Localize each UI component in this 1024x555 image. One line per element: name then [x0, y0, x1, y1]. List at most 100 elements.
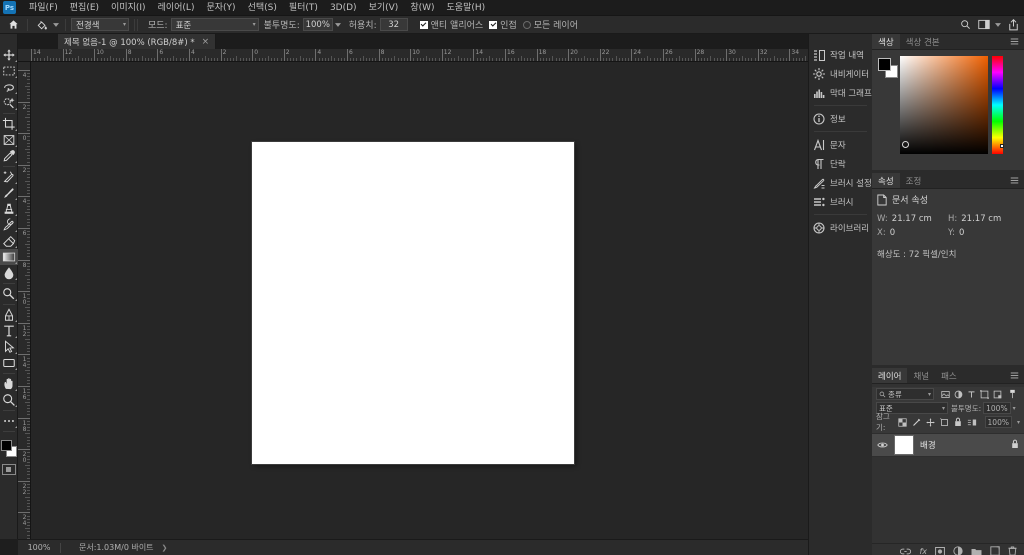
dock-info[interactable]: 정보	[809, 109, 872, 128]
document-canvas[interactable]	[252, 142, 574, 464]
lock-transparent-icon[interactable]	[897, 417, 907, 427]
layer-style-icon[interactable]: fx	[919, 547, 927, 555]
clone-stamp-tool[interactable]	[0, 201, 18, 217]
tolerance-input[interactable]: 32	[379, 18, 408, 31]
properties-tab-1[interactable]: 조정	[899, 173, 928, 188]
lock-position-icon[interactable]	[925, 417, 935, 427]
close-icon[interactable]: ×	[202, 37, 210, 47]
lock-artboard-icon[interactable]	[939, 417, 949, 427]
filter-adjustment-icon[interactable]	[954, 390, 963, 399]
dodge-tool[interactable]	[0, 286, 18, 302]
menu-file[interactable]: 파일(F)	[23, 0, 64, 16]
filter-pixel-icon[interactable]	[941, 390, 950, 399]
layers-tab-1[interactable]: 채널	[907, 368, 936, 383]
horizontal-type-tool[interactable]	[0, 323, 18, 339]
layer-lock-icon[interactable]	[1011, 439, 1019, 452]
adjustment-layer-icon[interactable]	[953, 546, 963, 555]
contiguous-checkbox[interactable]: 인접	[489, 18, 517, 31]
dock-paragraph[interactable]: 단락	[809, 154, 872, 173]
pen-tool[interactable]	[0, 307, 18, 323]
path-selection-tool[interactable]	[0, 339, 18, 355]
blur-tool[interactable]	[0, 265, 18, 281]
layer-opacity-input[interactable]: 100%	[983, 402, 1011, 414]
menu-filter[interactable]: 필터(T)	[283, 0, 324, 16]
width-field[interactable]: W: 21.17 cm	[877, 214, 948, 224]
filter-type-icon[interactable]	[967, 390, 976, 399]
dock-libraries[interactable]: 라이브러리	[809, 218, 872, 237]
paint-bucket-icon[interactable]	[33, 17, 51, 33]
new-layer-icon[interactable]	[990, 546, 1000, 555]
rectangular-marquee-tool[interactable]	[0, 63, 18, 79]
status-expand-icon[interactable]: ❯	[162, 544, 168, 552]
document-tab[interactable]: 제목 없음-1 @ 100% (RGB/8#) * ×	[58, 34, 217, 49]
menu-3d[interactable]: 3D(D)	[324, 0, 363, 16]
foreground-color-swatch[interactable]	[878, 58, 891, 71]
layers-tab-0[interactable]: 레이어	[872, 368, 908, 383]
menu-image[interactable]: 이미지(I)	[105, 0, 152, 16]
menu-layer[interactable]: 레이어(L)	[152, 0, 201, 16]
lock-image-icon[interactable]	[912, 418, 921, 427]
lock-fill-icon[interactable]	[967, 418, 977, 427]
fill-source-select[interactable]: 전경색 ▾	[71, 18, 129, 31]
hue-cursor[interactable]	[1000, 144, 1004, 148]
panel-menu-icon[interactable]	[1005, 173, 1024, 188]
color-tab-1[interactable]: 색상 견본	[899, 34, 946, 49]
layer-mask-icon[interactable]	[935, 546, 945, 555]
panel-menu-icon[interactable]	[1005, 34, 1024, 49]
dock-brush-settings[interactable]: 브러시 설정	[809, 173, 872, 192]
zoom-tool[interactable]	[0, 392, 18, 408]
opacity-input[interactable]: 100%	[302, 18, 333, 31]
gradient-tool[interactable]	[0, 249, 18, 265]
color-cursor[interactable]	[902, 141, 909, 148]
edit-toolbar-tool[interactable]	[0, 413, 18, 429]
canvas-workspace[interactable]	[31, 62, 872, 539]
menu-type[interactable]: 문자(Y)	[200, 0, 241, 16]
filter-shape-icon[interactable]	[980, 389, 989, 399]
eyedropper-tool[interactable]	[0, 148, 18, 164]
move-tool[interactable]	[0, 47, 18, 63]
search-icon[interactable]	[960, 19, 971, 30]
panel-menu-icon[interactable]	[1005, 368, 1024, 383]
share-icon[interactable]	[1008, 18, 1019, 31]
home-icon[interactable]	[4, 17, 22, 33]
layer-row[interactable]: 배경	[872, 433, 1024, 457]
layer-thumbnail[interactable]	[894, 435, 914, 455]
x-field[interactable]: X: 0	[877, 228, 948, 238]
dock-histogram[interactable]: 막대 그래프	[809, 83, 872, 102]
frame-tool[interactable]	[0, 132, 18, 148]
filter-toggle-icon[interactable]	[1008, 389, 1017, 399]
menu-edit[interactable]: 편집(E)	[64, 0, 105, 16]
link-layers-icon[interactable]	[900, 547, 912, 555]
quick-selection-tool[interactable]	[0, 95, 18, 111]
delete-layer-icon[interactable]	[1008, 546, 1017, 555]
eraser-tool[interactable]	[0, 233, 18, 249]
history-brush-tool[interactable]	[0, 217, 18, 233]
crop-tool[interactable]	[0, 116, 18, 132]
new-group-icon[interactable]	[971, 547, 982, 555]
layers-tab-2[interactable]: 패스	[935, 368, 963, 383]
quick-mask-toggle[interactable]	[1, 464, 16, 475]
antialias-checkbox[interactable]: 앤티 앨리어스	[419, 18, 483, 31]
height-field[interactable]: H: 21.17 cm	[948, 214, 1019, 224]
opacity-caret-icon[interactable]	[333, 17, 344, 33]
mode-select[interactable]: 표준 ▾	[170, 18, 259, 31]
hue-slider[interactable]	[992, 56, 1004, 154]
filter-smart-icon[interactable]	[993, 390, 1002, 399]
y-field[interactable]: Y: 0	[948, 228, 1019, 238]
workspace-icon[interactable]	[978, 19, 1001, 30]
color-picker-body[interactable]	[872, 50, 1024, 170]
all-layers-checkbox[interactable]: 모든 레이어	[522, 18, 578, 31]
chevron-down-icon[interactable]: ▾	[1013, 405, 1016, 412]
toolbar-color-swatches[interactable]	[0, 438, 18, 458]
layer-visibility-icon[interactable]	[877, 441, 888, 449]
dock-history[interactable]: 작업 내역	[809, 45, 872, 64]
spot-healing-brush-tool[interactable]	[0, 169, 18, 185]
lock-all-icon[interactable]	[954, 417, 962, 427]
menu-view[interactable]: 보기(V)	[363, 0, 405, 16]
menu-help[interactable]: 도움말(H)	[441, 0, 492, 16]
vertical-ruler[interactable]: 4 2 0 2 4 6 8 10 12 14 16 18 20 22 24	[18, 62, 31, 539]
menu-window[interactable]: 창(W)	[404, 0, 440, 16]
color-swatches[interactable]	[878, 58, 898, 78]
hand-tool[interactable]	[0, 376, 18, 392]
horizontal-ruler[interactable]: 14 12 10 8 6 4 2 0 2 4 6 8 10 12 14 16 18 20 22 24 26 28 30 32 3…	[18, 49, 872, 62]
